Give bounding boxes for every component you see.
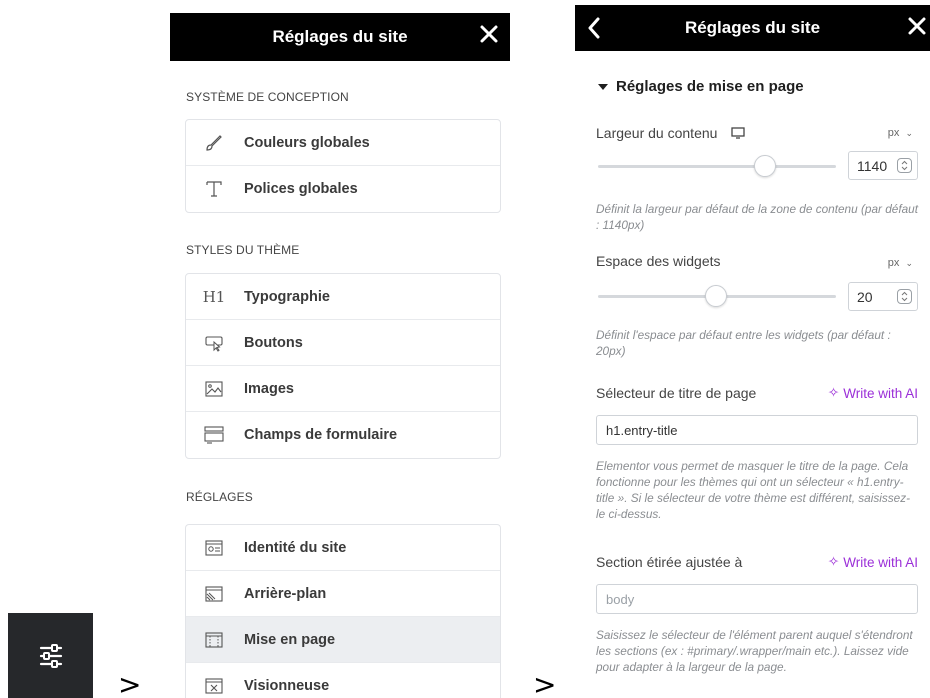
page-title-selector-input[interactable]: h1.entry-title	[596, 415, 918, 445]
sparkle-icon: ✧	[827, 554, 840, 569]
content-width-input[interactable]: 1140	[848, 151, 918, 180]
background-icon	[202, 583, 226, 605]
write-with-ai-button[interactable]: ✧ Write with AI	[828, 385, 918, 401]
content-width-label: Largeur du contenu	[596, 125, 746, 141]
site-settings-tile[interactable]	[8, 613, 93, 698]
menu-item-label: Mise en page	[244, 631, 336, 648]
section-label-theme-styles: STYLES DU THÈME	[186, 243, 300, 257]
write-with-ai-button[interactable]: ✧ Write with AI	[828, 554, 918, 570]
section-label-design-system: SYSTÈME DE CONCEPTION	[186, 90, 349, 104]
lightbox-icon	[202, 675, 226, 697]
slider-handle[interactable]	[705, 285, 727, 307]
step-separator: >	[118, 668, 142, 698]
control-label: Sélecteur de titre de page	[596, 385, 757, 401]
menu-item-background[interactable]: Arrière-plan	[186, 571, 500, 617]
menu-item-global-colors[interactable]: Couleurs globales	[186, 120, 500, 166]
menu-item-label: Boutons	[244, 334, 303, 351]
sliders-icon	[39, 643, 62, 668]
site-settings-panel: Réglages du site SYSTÈME DE CONCEPTION C…	[170, 13, 510, 698]
input-value: 1140	[857, 157, 888, 174]
input-value: 20	[857, 288, 873, 305]
help-text: Définit l'espace par défaut entre les wi…	[596, 328, 891, 358]
settings-card: Identité du site Arrière-plan Mise en pa…	[185, 524, 501, 698]
menu-item-typography[interactable]: H1 Typographie	[186, 274, 500, 320]
desktop-icon[interactable]	[731, 127, 746, 139]
button-cursor-icon	[202, 332, 226, 354]
section-title: Réglages de mise en page	[616, 78, 804, 95]
help-text: Définit la largeur par défaut de la zone…	[596, 202, 919, 232]
menu-item-site-identity[interactable]: Identité du site	[186, 525, 500, 571]
section-label-settings: RÉGLAGES	[186, 490, 253, 504]
help-text: Saisissez le sélecteur de l'élément pare…	[596, 628, 913, 674]
menu-item-form-fields[interactable]: Champs de formulaire	[186, 412, 500, 458]
sparkle-icon: ✧	[827, 385, 840, 400]
spinner-icon[interactable]	[897, 289, 912, 304]
image-icon	[202, 378, 226, 400]
control-label: Section étirée ajustée à	[596, 554, 743, 570]
theme-styles-card: H1 Typographie Boutons Images Champs de …	[185, 273, 501, 459]
menu-item-buttons[interactable]: Boutons	[186, 320, 500, 366]
menu-item-label: Typographie	[244, 288, 330, 305]
back-icon[interactable]	[587, 17, 601, 39]
menu-item-images[interactable]: Images	[186, 366, 500, 412]
panel-header: Réglages du site	[170, 13, 510, 61]
ai-label: Write with AI	[843, 554, 918, 570]
content-width-slider[interactable]	[598, 165, 836, 168]
menu-item-label: Champs de formulaire	[244, 427, 398, 443]
menu-item-global-fonts[interactable]: Polices globales	[186, 166, 500, 212]
layout-settings-panel: Réglages du site Réglages de mise en pag…	[575, 5, 930, 698]
section-toggle-layout[interactable]: Réglages de mise en page	[598, 78, 804, 95]
font-t-icon	[202, 178, 226, 200]
stretched-section-input[interactable]: body	[596, 584, 918, 614]
control-label: Espace des widgets	[596, 253, 721, 269]
spinner-icon[interactable]	[897, 158, 912, 173]
help-text: Elementor vous permet de masquer le titr…	[596, 459, 911, 521]
close-icon[interactable]	[478, 23, 500, 45]
form-fields-icon	[202, 424, 226, 446]
control-label: Largeur du contenu	[596, 125, 718, 141]
unit-label: px	[887, 127, 900, 139]
layout-icon	[202, 629, 226, 651]
panel-header: Réglages du site	[575, 5, 930, 51]
menu-item-label: Couleurs globales	[244, 134, 370, 151]
h1-icon: H1	[202, 287, 226, 306]
menu-item-label: Arrière-plan	[244, 585, 327, 602]
caret-down-icon	[598, 83, 608, 90]
panel-title: Réglages du site	[684, 18, 821, 37]
menu-item-layout[interactable]: Mise en page	[186, 617, 500, 663]
chevron-down-icon: ⌄	[905, 258, 913, 268]
input-value: h1.entry-title	[606, 422, 678, 438]
site-identity-icon	[202, 537, 226, 559]
input-placeholder: body	[606, 591, 635, 607]
menu-item-label: Polices globales	[244, 181, 358, 197]
widgets-space-input[interactable]: 20	[848, 282, 918, 311]
chevron-down-icon: ⌄	[905, 128, 913, 138]
unit-selector[interactable]: px ⌄	[888, 127, 913, 139]
panel-title: Réglages du site	[272, 27, 408, 46]
design-system-card: Couleurs globales Polices globales	[185, 119, 501, 213]
menu-item-lightbox[interactable]: Visionneuse	[186, 663, 500, 698]
slider-handle[interactable]	[754, 155, 776, 177]
step-separator: >	[533, 668, 557, 698]
menu-item-label: Identité du site	[244, 539, 347, 556]
menu-item-label: Images	[244, 380, 294, 397]
menu-item-label: Visionneuse	[244, 678, 330, 694]
close-icon[interactable]	[906, 15, 928, 37]
brush-icon	[202, 132, 226, 154]
unit-label: px	[887, 257, 900, 269]
unit-selector[interactable]: px ⌄	[888, 257, 913, 269]
ai-label: Write with AI	[843, 385, 918, 401]
